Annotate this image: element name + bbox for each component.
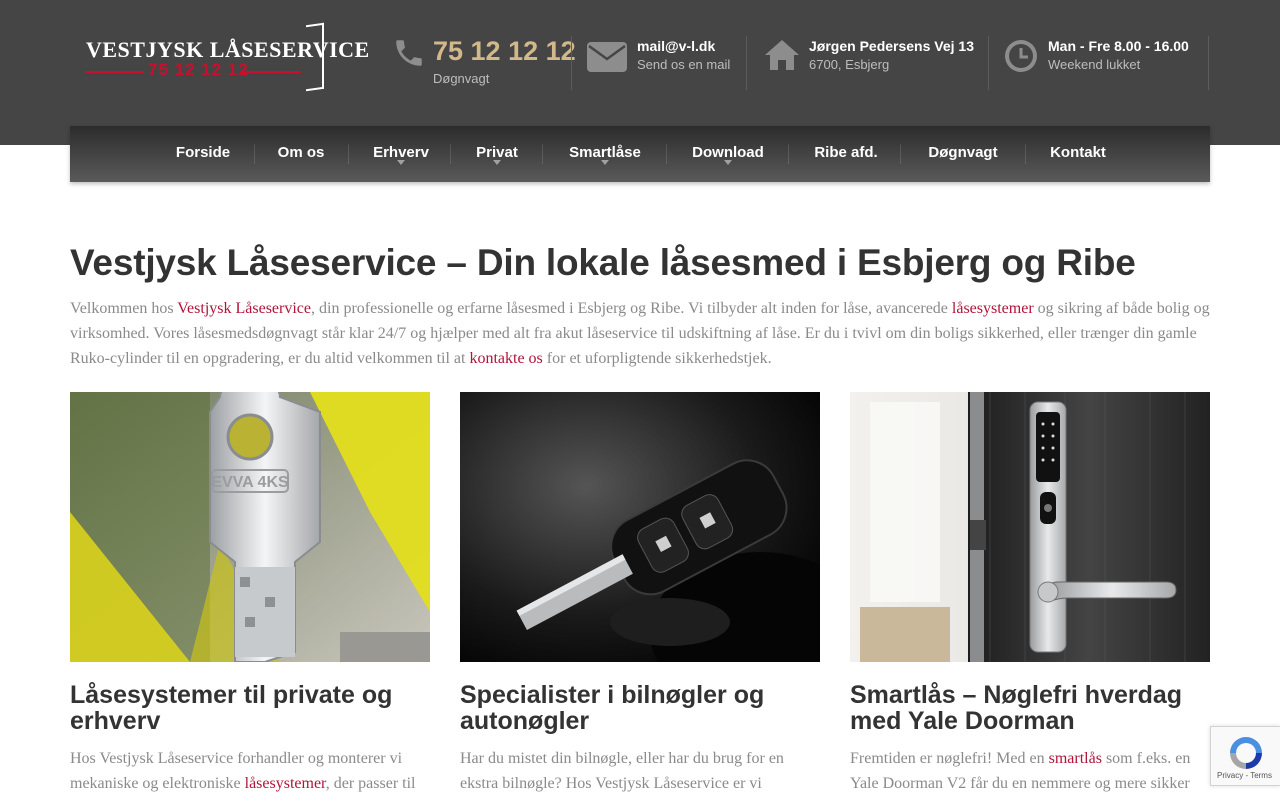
nav-divider [348, 144, 349, 164]
evva-key-label: EVVA 4KS [211, 474, 289, 491]
nav-label: Download [692, 144, 764, 161]
card-text-part: , der passer til [325, 775, 416, 792]
header-divider [1208, 36, 1209, 90]
nav-item-smartlaase[interactable]: Smartlåse [558, 126, 652, 182]
envelope-icon [587, 42, 627, 72]
chevron-down-icon [601, 160, 609, 165]
recaptcha-icon [1230, 737, 1262, 769]
nav-item-privat[interactable]: Privat [466, 126, 528, 182]
phone-icon [396, 40, 422, 66]
card-text: Har du mistet din bilnøgle, eller har du… [460, 746, 820, 796]
card-image-car-key[interactable] [460, 392, 820, 662]
link-vestjysk-laaseservice[interactable]: Vestjysk Låseservice [177, 300, 311, 317]
link-kontakte-os[interactable]: kontakte os [469, 350, 542, 367]
chevron-down-icon [724, 160, 732, 165]
nav-item-erhverv[interactable]: Erhverv [362, 126, 440, 182]
nav-item-download[interactable]: Download [680, 126, 776, 182]
link-smartlaas[interactable]: smartlås [1049, 750, 1102, 767]
link-laasesystemer[interactable]: låsesystemer [952, 300, 1034, 317]
header-divider [746, 36, 747, 90]
nav-label: Smartlåse [569, 144, 641, 161]
card-text-part: Fremtiden er nøglefri! Med en [850, 750, 1049, 767]
logo-door-icon [306, 22, 324, 92]
header-phone[interactable]: 75 12 12 12 Døgnvagt [392, 36, 576, 90]
card-title[interactable]: Specialister i bilnøgler og autonøgler [460, 682, 820, 734]
nav-label: Om os [277, 144, 325, 161]
recaptcha-label[interactable]: Privacy - Terms [1217, 771, 1272, 780]
nav-label: Erhverv [373, 144, 429, 161]
yale-doorman-image [850, 392, 1210, 662]
nav-label: Forside [175, 144, 231, 161]
hours-weekend: Weekend lukket [1048, 57, 1141, 72]
logo-line-left [86, 71, 144, 73]
chevron-down-icon [397, 160, 405, 165]
logo-phone: 75 12 12 12 [148, 60, 249, 79]
mail-address[interactable]: mail@v-l.dk [637, 38, 715, 54]
page-title: Vestjysk Låseservice – Din lokale låsesm… [70, 242, 1136, 283]
home-icon [765, 40, 799, 70]
clock-icon [1005, 40, 1037, 72]
nav-label: Privat [476, 144, 518, 161]
card-bilnoegler: Specialister i bilnøgler og autonøgler H… [460, 392, 820, 792]
site-header: VESTJYSK LÅSESERVICE 75 12 12 12 75 12 1… [0, 0, 1280, 145]
chevron-down-icon [493, 160, 501, 165]
logo-line-right [242, 71, 302, 73]
card-text-part: Har du mistet din bilnøgle, eller har du… [460, 750, 784, 792]
phone-sub: Døgnvagt [433, 71, 490, 86]
link-laasesystemer[interactable]: låsesystemer [245, 775, 326, 792]
nav-label: Døgnvagt [928, 144, 998, 161]
header-mail[interactable]: mail@v-l.dk Send os en mail [586, 36, 746, 90]
nav-label: Ribe afd. [814, 144, 878, 161]
header-address: Jørgen Pedersens Vej 13 6700, Esbjerg [763, 36, 983, 90]
phone-number[interactable]: 75 12 12 12 [433, 36, 576, 67]
intro-text: for et uforpligtende sikkerhedstjek. [542, 350, 772, 367]
header-divider [988, 36, 989, 90]
nav-divider [900, 144, 901, 164]
nav-divider [788, 144, 789, 164]
nav-label: Kontakt [1050, 144, 1106, 161]
car-key-image [460, 392, 820, 662]
nav-divider [542, 144, 543, 164]
nav-item-om-os[interactable]: Om os [266, 126, 336, 182]
recaptcha-badge[interactable]: Privacy - Terms [1210, 726, 1280, 786]
evva-key-image: EVVA 4KS [70, 392, 430, 662]
nav-divider [1025, 144, 1026, 164]
header-hours: Man - Fre 8.00 - 16.00 Weekend lukket [1003, 36, 1208, 90]
main-nav: Forside Om os Erhverv Privat Smartlåse D… [70, 126, 1210, 182]
intro-text: Velkommen hos [70, 300, 178, 317]
card-title[interactable]: Låsesystemer til private og erhverv [70, 682, 430, 734]
nav-divider [254, 144, 255, 164]
nav-item-forside[interactable]: Forside [162, 126, 244, 182]
address-city: 6700, Esbjerg [809, 57, 890, 72]
card-image-evva-key[interactable]: EVVA 4KS [70, 392, 430, 662]
nav-item-kontakt[interactable]: Kontakt [1040, 126, 1116, 182]
card-text: Hos Vestjysk Låseservice forhandler og m… [70, 746, 430, 796]
logo[interactable]: VESTJYSK LÅSESERVICE 75 12 12 12 [84, 22, 369, 92]
address-street: Jørgen Pedersens Vej 13 [809, 38, 974, 54]
nav-item-doegnvagt[interactable]: Døgnvagt [916, 126, 1010, 182]
card-text: Fremtiden er nøglefri! Med en smartlås s… [850, 746, 1210, 796]
intro-text: , din professionelle og erfarne låsesmed… [311, 300, 952, 317]
card-image-yale-doorman[interactable] [850, 392, 1210, 662]
card-title[interactable]: Smartlås – Nøglefri hverdag med Yale Doo… [850, 682, 1210, 734]
card-laasesystemer: EVVA 4KS Låsesystemer til private og erh… [70, 392, 430, 792]
nav-divider [450, 144, 451, 164]
card-smartlaas: Smartlås – Nøglefri hverdag med Yale Doo… [850, 392, 1210, 792]
hours-days: Man - Fre 8.00 - 16.00 [1048, 38, 1189, 54]
mail-sub: Send os en mail [637, 57, 731, 72]
intro-paragraph: Velkommen hos Vestjysk Låseservice, din … [70, 296, 1210, 371]
nav-item-ribe[interactable]: Ribe afd. [804, 126, 888, 182]
nav-divider [666, 144, 667, 164]
header-divider [571, 36, 572, 90]
